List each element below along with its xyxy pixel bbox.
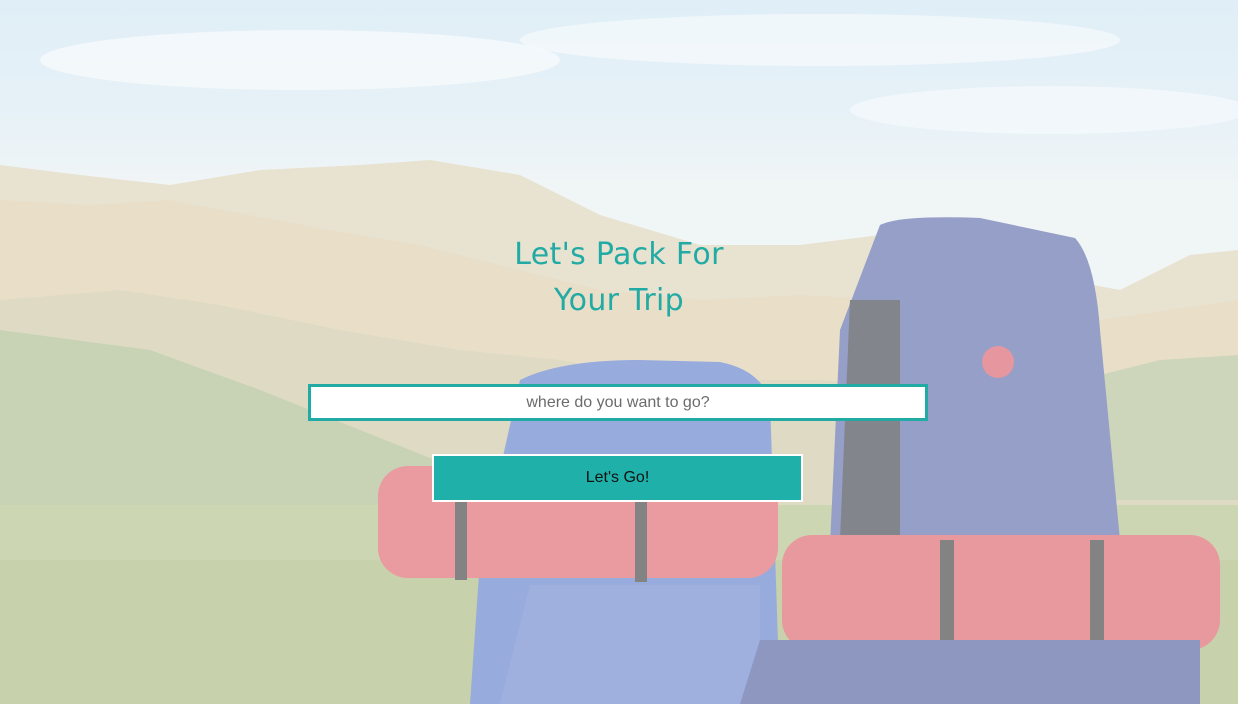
- title-line-2: Your Trip: [554, 283, 684, 318]
- background-overlay: [0, 0, 1238, 704]
- title-line-1: Let's Pack For: [514, 237, 724, 272]
- page-title: Let's Pack For Your Trip: [0, 232, 1238, 324]
- lets-go-button[interactable]: Let's Go!: [432, 454, 803, 502]
- destination-search-input[interactable]: [308, 384, 928, 421]
- hero-section: Let's Pack For Your Trip Let's Go!: [0, 0, 1238, 704]
